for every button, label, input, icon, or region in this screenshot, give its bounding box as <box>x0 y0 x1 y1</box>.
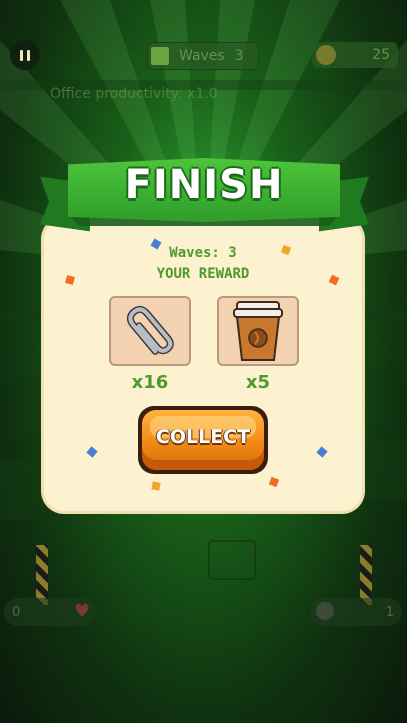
enemy-value: 1 <box>385 604 394 620</box>
shelf <box>362 310 407 320</box>
waves-indicator: Waves 3 <box>147 42 259 70</box>
shelf <box>0 310 50 320</box>
collect-button[interactable]: COLLECT <box>138 406 268 474</box>
computer-icon <box>208 540 256 580</box>
reward-label: YOUR REWARD <box>156 266 250 282</box>
finish-title: FINISH <box>124 162 284 208</box>
reward-count-paperclip: x16 <box>131 372 169 393</box>
pause-button[interactable] <box>10 40 40 70</box>
task-text: Office productivity: x1.0 <box>50 86 218 102</box>
reward-item-paperclip <box>109 296 191 366</box>
reward-item-coffee <box>217 296 299 366</box>
reward-count-coffee: x5 <box>245 372 271 393</box>
coin-counter: 25 <box>312 42 398 68</box>
waves-result-text: Waves: 3 <box>169 245 237 261</box>
lives-counter: 0 ♥ <box>4 598 96 626</box>
finish-ribbon: FINISH <box>30 150 377 240</box>
coffee-cup-icon <box>233 301 283 361</box>
collect-label: COLLECT <box>155 426 251 448</box>
enemy-counter: 1 <box>310 598 402 626</box>
desk <box>362 440 407 500</box>
waves-value: 3 <box>234 48 244 64</box>
confetti <box>151 481 161 491</box>
paperclip-icon <box>126 305 174 355</box>
heart-icon: ♥ <box>73 601 90 622</box>
desk <box>0 460 44 520</box>
skull-icon <box>316 602 334 620</box>
coin-icon <box>316 45 336 65</box>
coin-value: 25 <box>372 47 390 63</box>
waves-label: Waves <box>179 48 225 64</box>
hazard-pole-right <box>360 545 372 605</box>
hazard-pole-left <box>36 545 48 605</box>
pause-icon <box>20 49 23 61</box>
cube-icon <box>151 47 169 65</box>
lives-value: 0 <box>12 604 21 620</box>
